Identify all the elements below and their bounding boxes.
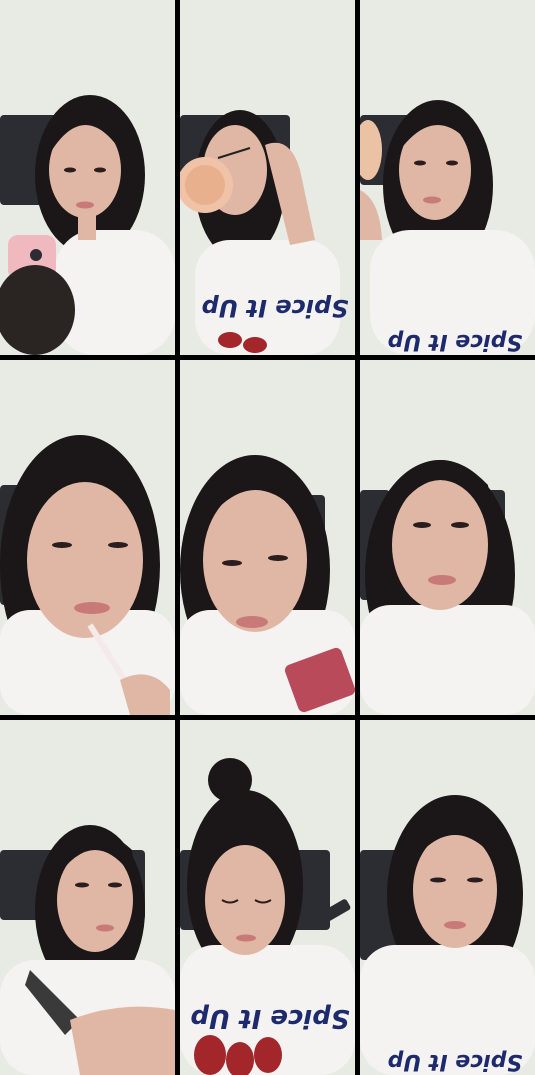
portrait-photo xyxy=(180,360,355,715)
portrait-photo xyxy=(0,360,175,715)
shirt-print-text: Spice It Up xyxy=(190,1003,349,1033)
portrait-photo xyxy=(0,720,175,1075)
collage-frame-2: Spice It Up xyxy=(180,0,355,355)
collage-frame-1 xyxy=(0,0,175,355)
collage-frame-3: Spice It Up xyxy=(360,0,535,355)
collage-frame-8: Spice It Up xyxy=(180,720,355,1075)
collage-frame-5 xyxy=(180,360,355,715)
shirt-print-text: Spice It Up xyxy=(388,329,523,354)
collage-frame-9: Spice It Up xyxy=(360,720,535,1075)
portrait-photo xyxy=(360,360,535,715)
portrait-photo xyxy=(0,0,175,355)
collage-frame-4 xyxy=(0,360,175,715)
photo-collage: Spice It Up Spice It Up Spice It Up Spic… xyxy=(0,0,535,1075)
portrait-photo: Spice It Up xyxy=(180,0,355,355)
shirt-print-text: Spice It Up xyxy=(202,294,349,322)
collage-frame-7 xyxy=(0,720,175,1075)
portrait-photo: Spice It Up xyxy=(360,0,535,355)
shirt-print-text: Spice It Up xyxy=(388,1049,523,1074)
portrait-photo: Spice It Up xyxy=(180,720,355,1075)
collage-frame-6 xyxy=(360,360,535,715)
portrait-photo: Spice It Up xyxy=(360,720,535,1075)
